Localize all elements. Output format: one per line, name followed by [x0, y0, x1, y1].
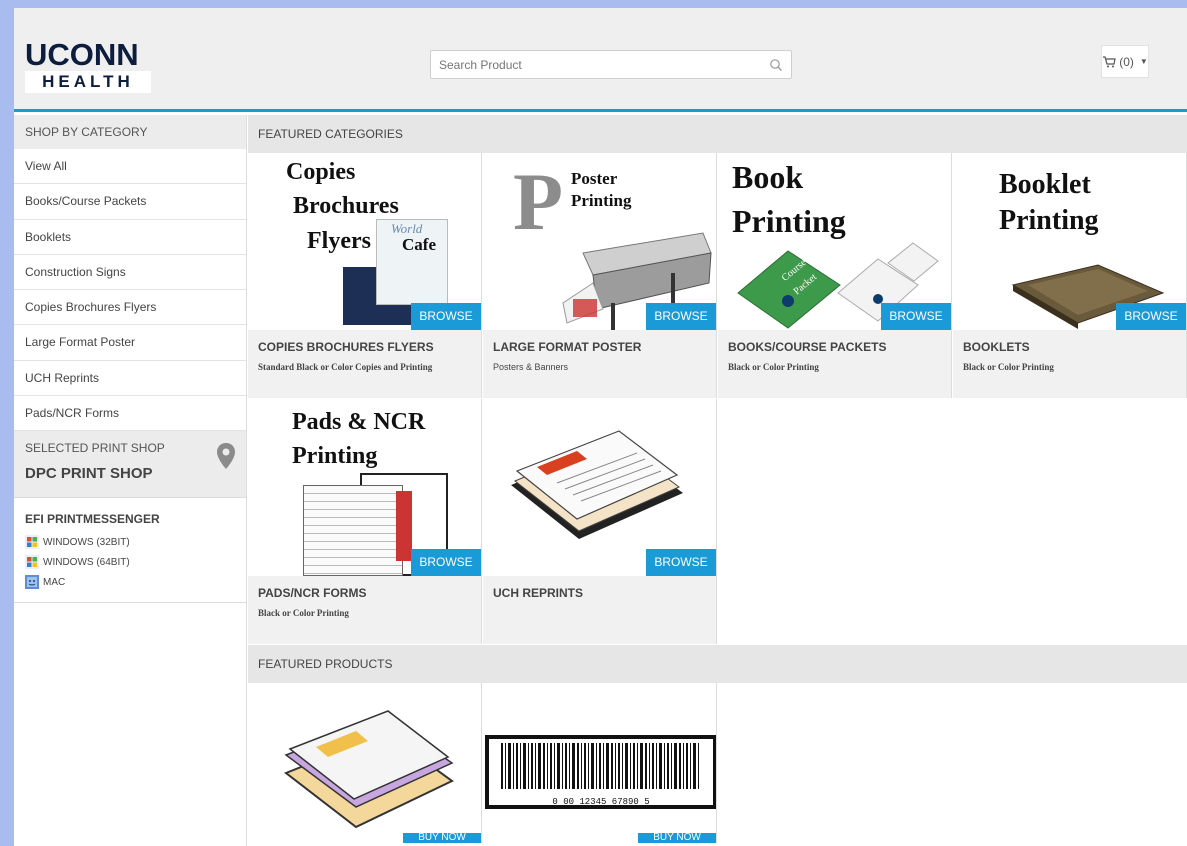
category-image: Booklet Printing BROWSE	[953, 153, 1186, 330]
search-input[interactable]	[431, 51, 761, 78]
caret-down-icon: ▼	[1139, 57, 1148, 66]
download-label: MAC	[43, 576, 66, 588]
sidebar-item-copies-brochures-flyers[interactable]: Copies Brochures Flyers	[14, 290, 246, 326]
app-frame: UCONN HEALTH (0) ▼ SHOP BY CATEGORY View…	[14, 8, 1187, 846]
logo-line2: HEALTH	[25, 71, 151, 93]
cart-button[interactable]: (0) ▼	[1101, 45, 1149, 78]
featured-categories-heading: FEATURED CATEGORIES	[248, 115, 1187, 153]
category-info: BOOKS/COURSE PACKETS Black or Color Prin…	[718, 330, 951, 398]
category-info: BOOKLETS Black or Color Printing	[953, 330, 1186, 398]
browse-button[interactable]: BROWSE	[646, 303, 716, 330]
category-info: PADS/NCR FORMS Black or Color Printing	[248, 576, 481, 644]
mac-icon	[25, 575, 39, 590]
product-grid: BUY NOW 0 00 12345 67890 5 BUY NOW	[248, 683, 1187, 846]
category-info: LARGE FORMAT POSTER Posters & Banners	[483, 330, 716, 398]
image-text: Booklet	[999, 169, 1091, 200]
browse-button[interactable]: BROWSE	[411, 303, 481, 330]
featured-products-heading: FEATURED PRODUCTS	[248, 645, 1187, 683]
sidebar-item-books-course-packets[interactable]: Books/Course Packets	[14, 184, 246, 220]
product-card-barcode[interactable]: 0 00 12345 67890 5 BUY NOW	[483, 683, 717, 843]
download-label: WINDOWS (32BIT)	[43, 536, 130, 548]
sidebar-item-large-format-poster[interactable]: Large Format Poster	[14, 325, 246, 361]
download-label: WINDOWS (64BIT)	[43, 556, 130, 568]
image-text: Poster	[571, 169, 618, 188]
sidebar-item-uch-reprints[interactable]: UCH Reprints	[14, 361, 246, 397]
browse-button[interactable]: BROWSE	[411, 549, 481, 576]
image-text: Printing	[999, 205, 1099, 236]
image-text: Pads & NCR	[292, 409, 426, 435]
image-text: Printing	[571, 191, 632, 210]
reprints-illustration	[511, 430, 683, 539]
form-illustration	[303, 485, 403, 576]
category-subtitle: Black or Color Printing	[258, 608, 349, 618]
category-card-pads-ncr[interactable]: Pads & NCR Printing BROWSE PADS/NCR FORM…	[248, 399, 482, 644]
category-image: BROWSE	[483, 399, 716, 576]
category-title: UCH REPRINTS	[493, 586, 584, 600]
category-image: Pads & NCR Printing BROWSE	[248, 399, 481, 576]
category-title: PADS/NCR FORMS	[258, 586, 367, 600]
efi-title: EFI PRINTMESSENGER	[25, 512, 160, 527]
sidebar-item-pads-ncr-forms[interactable]: Pads/NCR Forms	[14, 396, 246, 432]
browse-button[interactable]: BROWSE	[1116, 303, 1186, 330]
browse-button[interactable]: BROWSE	[881, 303, 951, 330]
image-text: Printing	[292, 443, 378, 469]
category-subtitle: Black or Color Printing	[728, 362, 819, 372]
category-card-copies[interactable]: Copies Brochures Flyers World Cafe BROWS…	[248, 153, 482, 398]
search-icon[interactable]	[769, 58, 783, 72]
site-header: UCONN HEALTH (0) ▼	[14, 8, 1187, 112]
logo-line1: UCONN	[25, 37, 139, 72]
category-grid: Copies Brochures Flyers World Cafe BROWS…	[248, 153, 1187, 645]
efi-printmessenger: EFI PRINTMESSENGER WINDOWS (32BIT) WINDO…	[14, 498, 246, 604]
print-shop-name: DPC PRINT SHOP	[25, 465, 153, 483]
main-content: FEATURED CATEGORIES Copies Brochures Fly…	[248, 115, 1187, 846]
sidebar-item-booklets[interactable]: Booklets	[14, 220, 246, 255]
download-windows-32bit[interactable]: WINDOWS (32BIT)	[25, 532, 235, 552]
windows-icon	[25, 555, 39, 570]
selected-print-shop: SELECTED PRINT SHOP DPC PRINT SHOP	[14, 431, 246, 499]
sidebar-item-view-all[interactable]: View All	[14, 149, 246, 185]
category-card-uch-reprints[interactable]: BROWSE UCH REPRINTS	[483, 399, 717, 644]
category-image: P Poster Printing BROWSE	[483, 153, 716, 330]
image-text: Brochures	[293, 193, 399, 219]
image-text: Flyers	[307, 228, 371, 254]
buy-now-button[interactable]: BUY NOW	[403, 833, 481, 843]
category-card-large-format[interactable]: P Poster Printing BROWSE LARGE FORMAT PO…	[483, 153, 717, 398]
product-card-notepad[interactable]: BUY NOW	[248, 683, 482, 843]
category-card-books[interactable]: Book Printing Course Packet BROWSE BOOKS…	[718, 153, 952, 398]
notepad-illustration	[284, 710, 454, 828]
category-subtitle: Posters & Banners	[493, 362, 569, 372]
barcode-number: 0 00 12345 67890 5	[552, 797, 650, 807]
image-text: Book	[732, 159, 804, 195]
print-shop-label: SELECTED PRINT SHOP	[25, 441, 165, 456]
category-info: COPIES BROCHURES FLYERS Standard Black o…	[248, 330, 481, 398]
category-title: BOOKLETS	[963, 340, 1030, 354]
map-pin-icon[interactable]	[216, 442, 236, 470]
buy-now-button[interactable]: BUY NOW	[638, 833, 716, 843]
search-box	[430, 50, 792, 79]
download-mac[interactable]: MAC	[25, 572, 235, 592]
sidebar: SHOP BY CATEGORY View All Books/Course P…	[14, 115, 247, 846]
category-subtitle: Standard Black or Color Copies and Print…	[258, 362, 433, 372]
category-heading: SHOP BY CATEGORY	[14, 115, 246, 149]
cart-icon	[1103, 55, 1116, 67]
category-title: LARGE FORMAT POSTER	[493, 340, 642, 354]
category-title: COPIES BROCHURES FLYERS	[258, 340, 434, 354]
category-image: Copies Brochures Flyers World Cafe BROWS…	[248, 153, 481, 330]
download-windows-64bit[interactable]: WINDOWS (64BIT)	[25, 552, 235, 572]
cart-count: (0)	[1119, 54, 1134, 69]
category-card-booklets[interactable]: Booklet Printing BROWSE BOOKLETS Black o…	[953, 153, 1187, 398]
form-illustration	[396, 491, 412, 561]
browse-button[interactable]: BROWSE	[646, 549, 716, 576]
image-text: Copies	[286, 159, 356, 185]
category-title: BOOKS/COURSE PACKETS	[728, 340, 887, 354]
brand-logo[interactable]: UCONN HEALTH	[25, 37, 151, 93]
image-text: Cafe	[402, 235, 436, 254]
category-image: Book Printing Course Packet BROWSE	[718, 153, 951, 330]
category-info: UCH REPRINTS	[483, 576, 716, 644]
windows-icon	[25, 535, 39, 550]
sidebar-item-construction-signs[interactable]: Construction Signs	[14, 255, 246, 291]
category-subtitle: Black or Color Printing	[963, 362, 1054, 372]
